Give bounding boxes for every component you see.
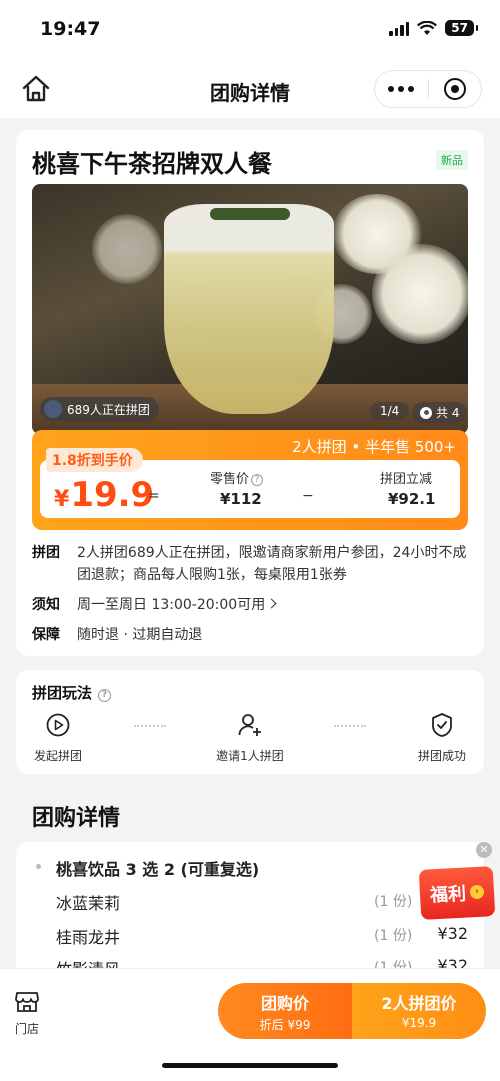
battery-icon: 57 <box>445 20 478 36</box>
discount-tag: 1.8折到手价 <box>46 448 143 472</box>
group-buy-sub: 折后 ¥99 <box>259 1018 311 1032</box>
store-button[interactable]: 门店 <box>14 989 40 1037</box>
group-discount-value: ¥92.1 <box>388 490 436 508</box>
group-join-button[interactable]: 2人拼团价 ¥19.9 <box>352 983 486 1039</box>
item-price: ¥32 <box>437 924 468 943</box>
equals-sign: = <box>148 488 160 504</box>
info-value: 随时退 · 过期自动退 <box>77 627 203 643</box>
price-box: 2人拼团 • 半年售 500+ 1.8折到手价 ¥19.9 = 零售价? ¥11… <box>32 430 468 530</box>
arrow-right-icon: › <box>469 884 485 900</box>
price-breakdown: 1.8折到手价 ¥19.9 = 零售价? ¥112 − 拼团立减 ¥92.1 <box>40 448 460 518</box>
item-qty: (1 份) <box>374 928 413 944</box>
step-label: 发起拼团 <box>33 749 82 763</box>
info-row-guarantee: 保障 随时退 · 过期自动退 <box>32 624 472 646</box>
play-icon <box>46 713 70 737</box>
nav-bar: 团购详情 <box>0 60 500 118</box>
group-count-text: 689人正在拼团 <box>67 402 150 417</box>
info-key: 拼团 <box>32 545 60 561</box>
deal-price-value: 19.9 <box>70 475 155 515</box>
product-card: 桃喜下午茶招牌双人餐 新品 689人正在拼团 1/4 共 4 2人拼团 • 半年… <box>16 130 484 656</box>
welfare-label: 福利 <box>429 883 467 907</box>
retail-price-label: 零售价? <box>210 468 264 487</box>
bullet-dot <box>36 864 41 869</box>
minus-sign: − <box>302 488 314 504</box>
step-divider <box>134 725 166 727</box>
group-sales-text: 2人拼团 • 半年售 500+ <box>292 438 456 456</box>
add-user-icon <box>238 714 261 736</box>
photos-count: 共 4 <box>436 406 460 420</box>
group-buy-label: 团购价 <box>260 994 309 1013</box>
photos-count-button[interactable]: 共 4 <box>412 402 468 423</box>
group-buy-button[interactable]: 团购价 折后 ¥99 <box>218 983 352 1039</box>
step-label: 邀请1人拼团 <box>216 749 284 763</box>
info-value: 2人拼团689人正在拼团，限邀请商家新用户参团，24小时不成团退款；商品每人限购… <box>77 545 467 583</box>
list-item: 桂雨龙井 (1 份) ¥32 <box>56 924 468 948</box>
close-mini-program-icon[interactable] <box>429 78 482 100</box>
info-key: 保障 <box>32 627 60 643</box>
step-success: 拼团成功 <box>414 712 470 764</box>
step-divider <box>334 725 366 727</box>
item-qty: (1 份) <box>374 894 413 910</box>
item-name: 冰蓝茉莉 <box>56 894 121 913</box>
detail-section-title: 团购详情 <box>32 806 121 831</box>
product-image[interactable]: 689人正在拼团 1/4 共 4 <box>32 184 468 434</box>
item-name: 桂雨龙井 <box>56 928 121 947</box>
camera-icon <box>420 406 432 419</box>
chevron-right-icon <box>266 598 277 609</box>
store-icon <box>15 992 39 1012</box>
group-count-pill: 689人正在拼团 <box>40 397 159 421</box>
info-row-group: 拼团 2人拼团689人正在拼团，限邀请商家新用户参团，24小时不成团退款；商品每… <box>32 542 472 586</box>
status-bar: 19:47 57 <box>0 0 500 60</box>
signal-icon <box>389 20 410 36</box>
group-discount-label: 拼团立减 <box>380 472 433 487</box>
mini-program-capsule <box>374 70 482 108</box>
currency-symbol: ¥ <box>54 487 70 512</box>
detail-group-head: 桃喜饮品 3 选 2 (可重复选) <box>56 860 260 879</box>
image-pager: 1/4 <box>370 402 410 420</box>
info-row-notice[interactable]: 须知 周一至周日 13:00-20:00可用 <box>32 594 472 616</box>
close-icon[interactable]: ✕ <box>476 842 492 858</box>
list-item: 冰蓝茉莉 (1 份) <box>56 890 468 914</box>
info-key: 须知 <box>32 597 60 613</box>
group-join-sub: ¥19.9 <box>401 1016 437 1030</box>
new-badge: 新品 <box>436 150 468 170</box>
store-label: 门店 <box>14 1022 39 1036</box>
status-time: 19:47 <box>40 18 101 40</box>
home-indicator <box>162 1063 338 1068</box>
deal-price: ¥19.9 <box>54 478 154 512</box>
group-play-title: 拼团玩法? <box>32 682 112 703</box>
welfare-float-button[interactable]: 福利 › <box>418 866 496 920</box>
product-title: 桃喜下午茶招牌双人餐 <box>32 150 272 178</box>
wifi-icon <box>417 20 438 35</box>
group-join-label: 2人拼团价 <box>381 994 457 1013</box>
help-icon[interactable]: ? <box>98 689 112 702</box>
group-play-card: 拼团玩法? 发起拼团 邀请1人拼团 拼团成功 <box>16 670 484 774</box>
step-label: 拼团成功 <box>417 749 466 763</box>
retail-price-value: ¥112 <box>220 490 262 508</box>
step-invite: 邀请1人拼团 <box>212 712 288 764</box>
avatar <box>44 400 62 418</box>
badge-check-icon <box>432 713 452 737</box>
status-icons: 57 <box>389 20 478 36</box>
more-icon[interactable] <box>375 86 428 92</box>
help-icon[interactable]: ? <box>251 474 264 486</box>
info-value: 周一至周日 13:00-20:00可用 <box>77 594 472 616</box>
step-start-group: 发起拼团 <box>30 712 86 764</box>
